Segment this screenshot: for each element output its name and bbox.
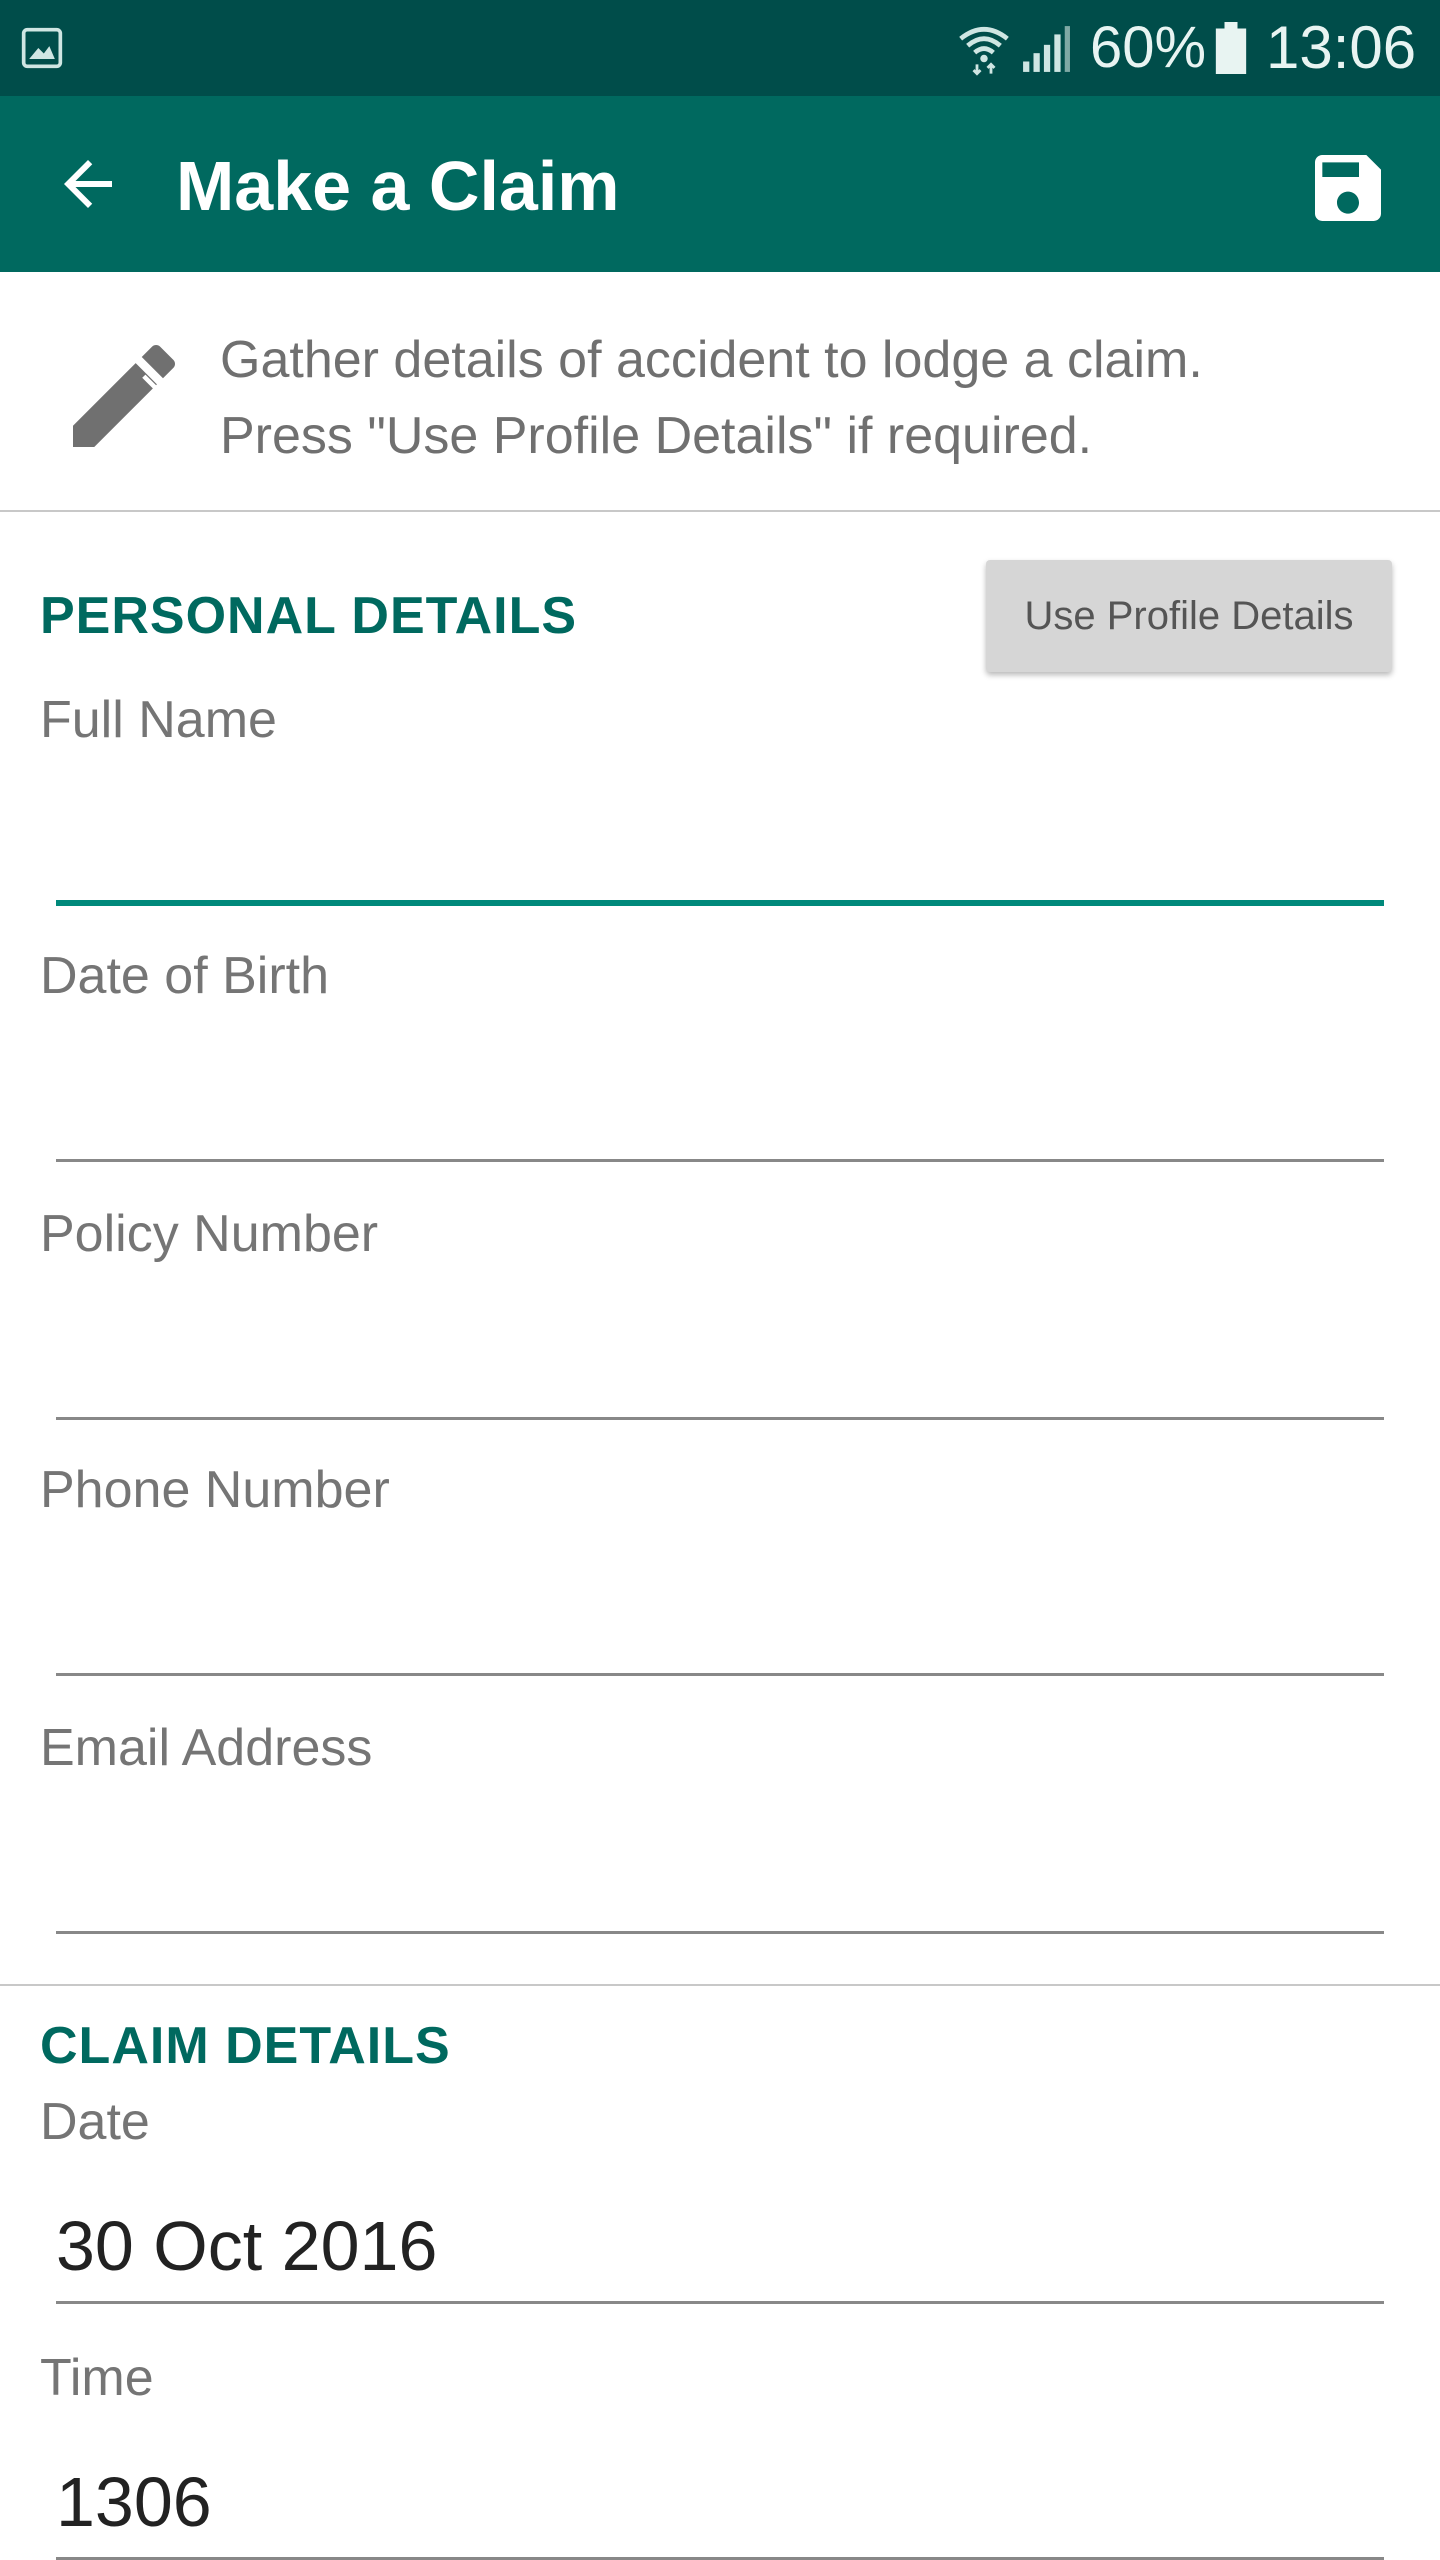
status-clock: 13:06: [1266, 14, 1417, 81]
info-line-1: Gather details of accident to lodge a cl…: [220, 331, 1203, 389]
claim-date-field[interactable]: [56, 2204, 1384, 2304]
battery-icon: [1215, 22, 1247, 74]
signal-icon: [1023, 26, 1070, 72]
email-address-field[interactable]: [56, 1834, 1384, 1934]
gallery-icon: [21, 27, 63, 69]
arrow-left-icon: [64, 160, 112, 208]
info-text: Gather details of accident to lodge a cl…: [220, 322, 1400, 474]
phone-number-label: Phone Number: [40, 1461, 390, 1519]
claim-details-heading: CLAIM DETAILS: [40, 2017, 451, 2075]
app-bar: Make a Claim: [0, 96, 1440, 272]
pencil-icon: [73, 344, 176, 447]
email-address-label: Email Address: [40, 1719, 373, 1777]
policy-number-label: Policy Number: [40, 1205, 379, 1263]
use-profile-details-button[interactable]: Use Profile Details: [986, 560, 1392, 672]
personal-details-heading: PERSONAL DETAILS: [40, 587, 578, 645]
back-button[interactable]: [40, 136, 136, 232]
info-banner: Gather details of accident to lodge a cl…: [0, 272, 1440, 512]
section-divider: [0, 1984, 1440, 1986]
wifi-icon: [959, 27, 1009, 76]
save-button[interactable]: [1300, 140, 1396, 236]
date-of-birth-label: Date of Birth: [40, 947, 330, 1005]
policy-number-field[interactable]: [56, 1320, 1384, 1420]
full-name-label: Full Name: [40, 691, 277, 749]
claim-date-label: Date: [40, 2093, 150, 2151]
battery-percentage: 60%: [1090, 15, 1207, 80]
floppy-disk-icon: [1315, 155, 1381, 221]
phone-number-field[interactable]: [56, 1576, 1384, 1676]
claim-time-field[interactable]: [56, 2460, 1384, 2560]
date-of-birth-field[interactable]: [56, 1062, 1384, 1162]
full-name-field[interactable]: [56, 806, 1384, 906]
info-line-2: Press "Use Profile Details" if required.: [220, 407, 1093, 465]
status-bar: 60% 13:06: [0, 0, 1440, 96]
claim-time-label: Time: [40, 2349, 154, 2407]
page-title: Make a Claim: [176, 147, 620, 225]
